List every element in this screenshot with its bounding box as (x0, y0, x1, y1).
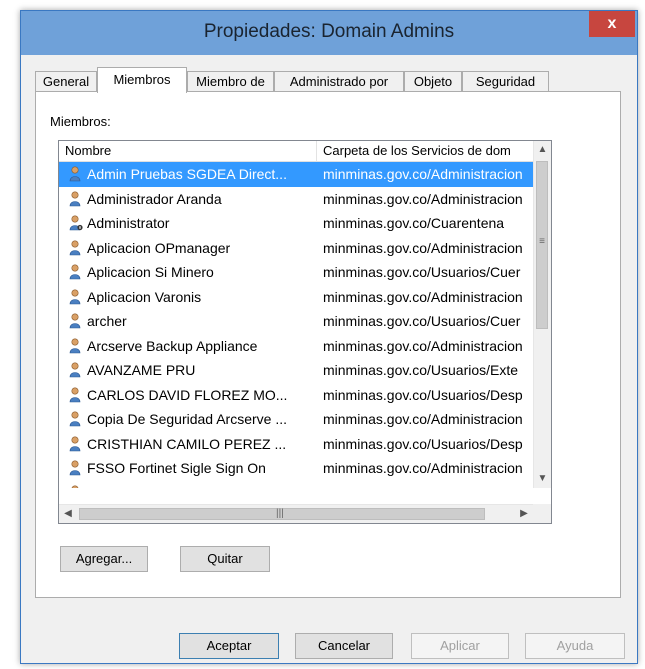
member-folder: minminas.gov.co/Administracion (323, 411, 523, 427)
list-item[interactable]: CRISTHIAN CAMILO PEREZ ... minminas.gov.c… (59, 432, 533, 457)
list-item[interactable]: GIOVANNI ORTIZ GONZALEZ minminas.gov.co/U… (59, 481, 533, 489)
close-icon: x (607, 15, 617, 32)
chevron-down-icon[interactable]: ▼ (534, 470, 551, 488)
member-name: Administrador Aranda (87, 190, 222, 207)
user-icon (69, 288, 83, 305)
member-folder: minminas.gov.co/Administracion (323, 190, 523, 207)
user-icon (69, 411, 83, 427)
member-name: CRISTHIAN CAMILO PEREZ ... (87, 435, 287, 452)
tab-seguridad[interactable]: Seguridad (462, 71, 549, 92)
member-folder: minminas.gov.co/Administracion (323, 239, 523, 256)
window-title: Propiedades: Domain Admins (203, 21, 455, 42)
member-name: archer (87, 313, 127, 329)
title-bar[interactable]: Propiedades: Domain Admins x (21, 11, 637, 55)
list-item[interactable]: Admin Pruebas SGDEA Direct... minminas.go… (59, 162, 533, 187)
user-icon (69, 362, 83, 378)
help-button[interactable]: Ayuda (525, 633, 625, 659)
member-name: CARLOS DAVID FLOREZ MO... (87, 386, 288, 403)
list-item[interactable]: FSSO Fortinet Sigle Sign On minminas.gov.… (59, 456, 533, 481)
member-folder: minminas.gov.co/Administracion (323, 460, 523, 476)
list-item[interactable]: Arcserve Backup Appliance minminas.gov.co… (59, 334, 533, 359)
tab-objeto[interactable]: Objeto (404, 71, 462, 92)
horizontal-scroll-thumb[interactable]: ||| (79, 508, 485, 520)
user-icon (69, 190, 83, 207)
remove-button[interactable]: Quitar (180, 546, 270, 572)
user-icon (69, 313, 83, 329)
member-folder: minminas.gov.co/Usuarios/Cuer (323, 264, 521, 280)
dialog-body: General Miembros Miembro de Administrado… (27, 55, 631, 659)
member-name: Administrator (87, 215, 170, 231)
members-panel: Miembros: Nombre Carpeta de los Servicio… (35, 91, 621, 598)
list-item[interactable]: CARLOS DAVID FLOREZ MO... minminas.gov.co… (59, 383, 533, 408)
member-name: Admin Pruebas SGDEA Direct... (87, 166, 287, 182)
chevron-right-icon[interactable]: ▶ (515, 505, 533, 523)
member-name: Aplicacion Varonis (87, 288, 202, 305)
member-folder: minminas.gov.co/Cuarentena (323, 215, 505, 231)
member-name: GIOVANNI ORTIZ GONZALEZ (87, 481, 313, 489)
tab-general[interactable]: General (35, 71, 97, 92)
scroll-corner (533, 504, 551, 523)
list-item[interactable]: Aplicacion Varonis minminas.gov.co/Admini… (59, 285, 533, 310)
tab-miembros[interactable]: Miembros (97, 67, 187, 93)
list-item[interactable]: Administrator minminas.gov.co/Cuarentena (59, 211, 533, 236)
member-name: Arcserve Backup Appliance (87, 337, 258, 354)
member-folder: minminas.gov.co/Administracion (323, 288, 523, 305)
user-icon (69, 337, 83, 354)
close-button[interactable]: x (589, 11, 635, 37)
member-folder: minminas.gov.co/Usuarios/Exte (323, 362, 519, 378)
member-folder: minminas.gov.co/Administracion (323, 337, 523, 354)
grip-icon: ≡ (539, 236, 545, 247)
list-item[interactable]: Copia De Seguridad Arcserve ... minminas.… (59, 407, 533, 432)
user-icon (69, 435, 83, 452)
member-name: Copia De Seguridad Arcserve ... (87, 411, 287, 427)
list-item[interactable]: Administrador Aranda minminas.gov.co/Admi… (59, 187, 533, 212)
member-folder: minminas.gov.co/Usuarios/Desp (323, 481, 533, 489)
column-header-name[interactable]: Nombre (59, 141, 317, 161)
user-icon (69, 460, 83, 476)
user-icon (69, 239, 83, 256)
user-icon (69, 386, 83, 403)
member-name: Aplicacion OPmanager (87, 239, 231, 256)
members-label: Miembros: (50, 114, 111, 129)
members-list[interactable]: Nombre Carpeta de los Servicios de dom A… (58, 140, 552, 524)
user-icon (69, 264, 83, 280)
member-folder: minminas.gov.co/Usuarios/Cuer (323, 313, 521, 329)
member-name: Aplicacion Si Minero (87, 264, 214, 280)
member-folder: minminas.gov.co/Administracion (323, 166, 523, 182)
column-header-folder[interactable]: Carpeta de los Servicios de dom (317, 141, 533, 161)
member-folder: minminas.gov.co/Usuarios/Desp (323, 435, 523, 452)
grip-icon: ||| (276, 508, 284, 519)
member-name: AVANZAME PRU (87, 362, 196, 378)
list-item[interactable]: Aplicacion OPmanager minminas.gov.co/Admi… (59, 236, 533, 261)
list-item[interactable]: archer minminas.gov.co/Usuarios/Cuer (59, 309, 533, 334)
properties-dialog: Propiedades: Domain Admins x General Mie… (20, 10, 638, 664)
vertical-scroll-thumb[interactable]: ≡ (536, 161, 548, 329)
disabled-user-icon (69, 215, 83, 231)
list-item[interactable]: Aplicacion Si Minero minminas.gov.co/Usua… (59, 260, 533, 285)
accept-button[interactable]: Aceptar (179, 633, 279, 659)
member-name: FSSO Fortinet Sigle Sign On (87, 460, 266, 476)
user-icon (69, 166, 83, 182)
tab-miembro-de[interactable]: Miembro de (187, 71, 274, 92)
list-item[interactable]: AVANZAME PRU minminas.gov.co/Usuarios/Ext… (59, 358, 533, 383)
add-button[interactable]: Agregar... (60, 546, 148, 572)
list-header: Nombre Carpeta de los Servicios de dom (59, 141, 533, 162)
chevron-left-icon[interactable]: ◀ (59, 505, 77, 523)
tab-administrado-por[interactable]: Administrado por (274, 71, 404, 92)
cancel-button[interactable]: Cancelar (295, 633, 393, 659)
vertical-scrollbar[interactable]: ▲ ≡ ▼ (533, 141, 551, 488)
horizontal-scrollbar[interactable]: ◀ ||| ▶ (59, 504, 533, 523)
apply-button[interactable]: Aplicar (411, 633, 509, 659)
member-folder: minminas.gov.co/Usuarios/Desp (323, 386, 523, 403)
chevron-up-icon[interactable]: ▲ (534, 141, 551, 159)
list-rows: Admin Pruebas SGDEA Direct... minminas.go… (59, 162, 533, 488)
user-icon (69, 485, 83, 488)
background-window-sliver (0, 0, 645, 10)
